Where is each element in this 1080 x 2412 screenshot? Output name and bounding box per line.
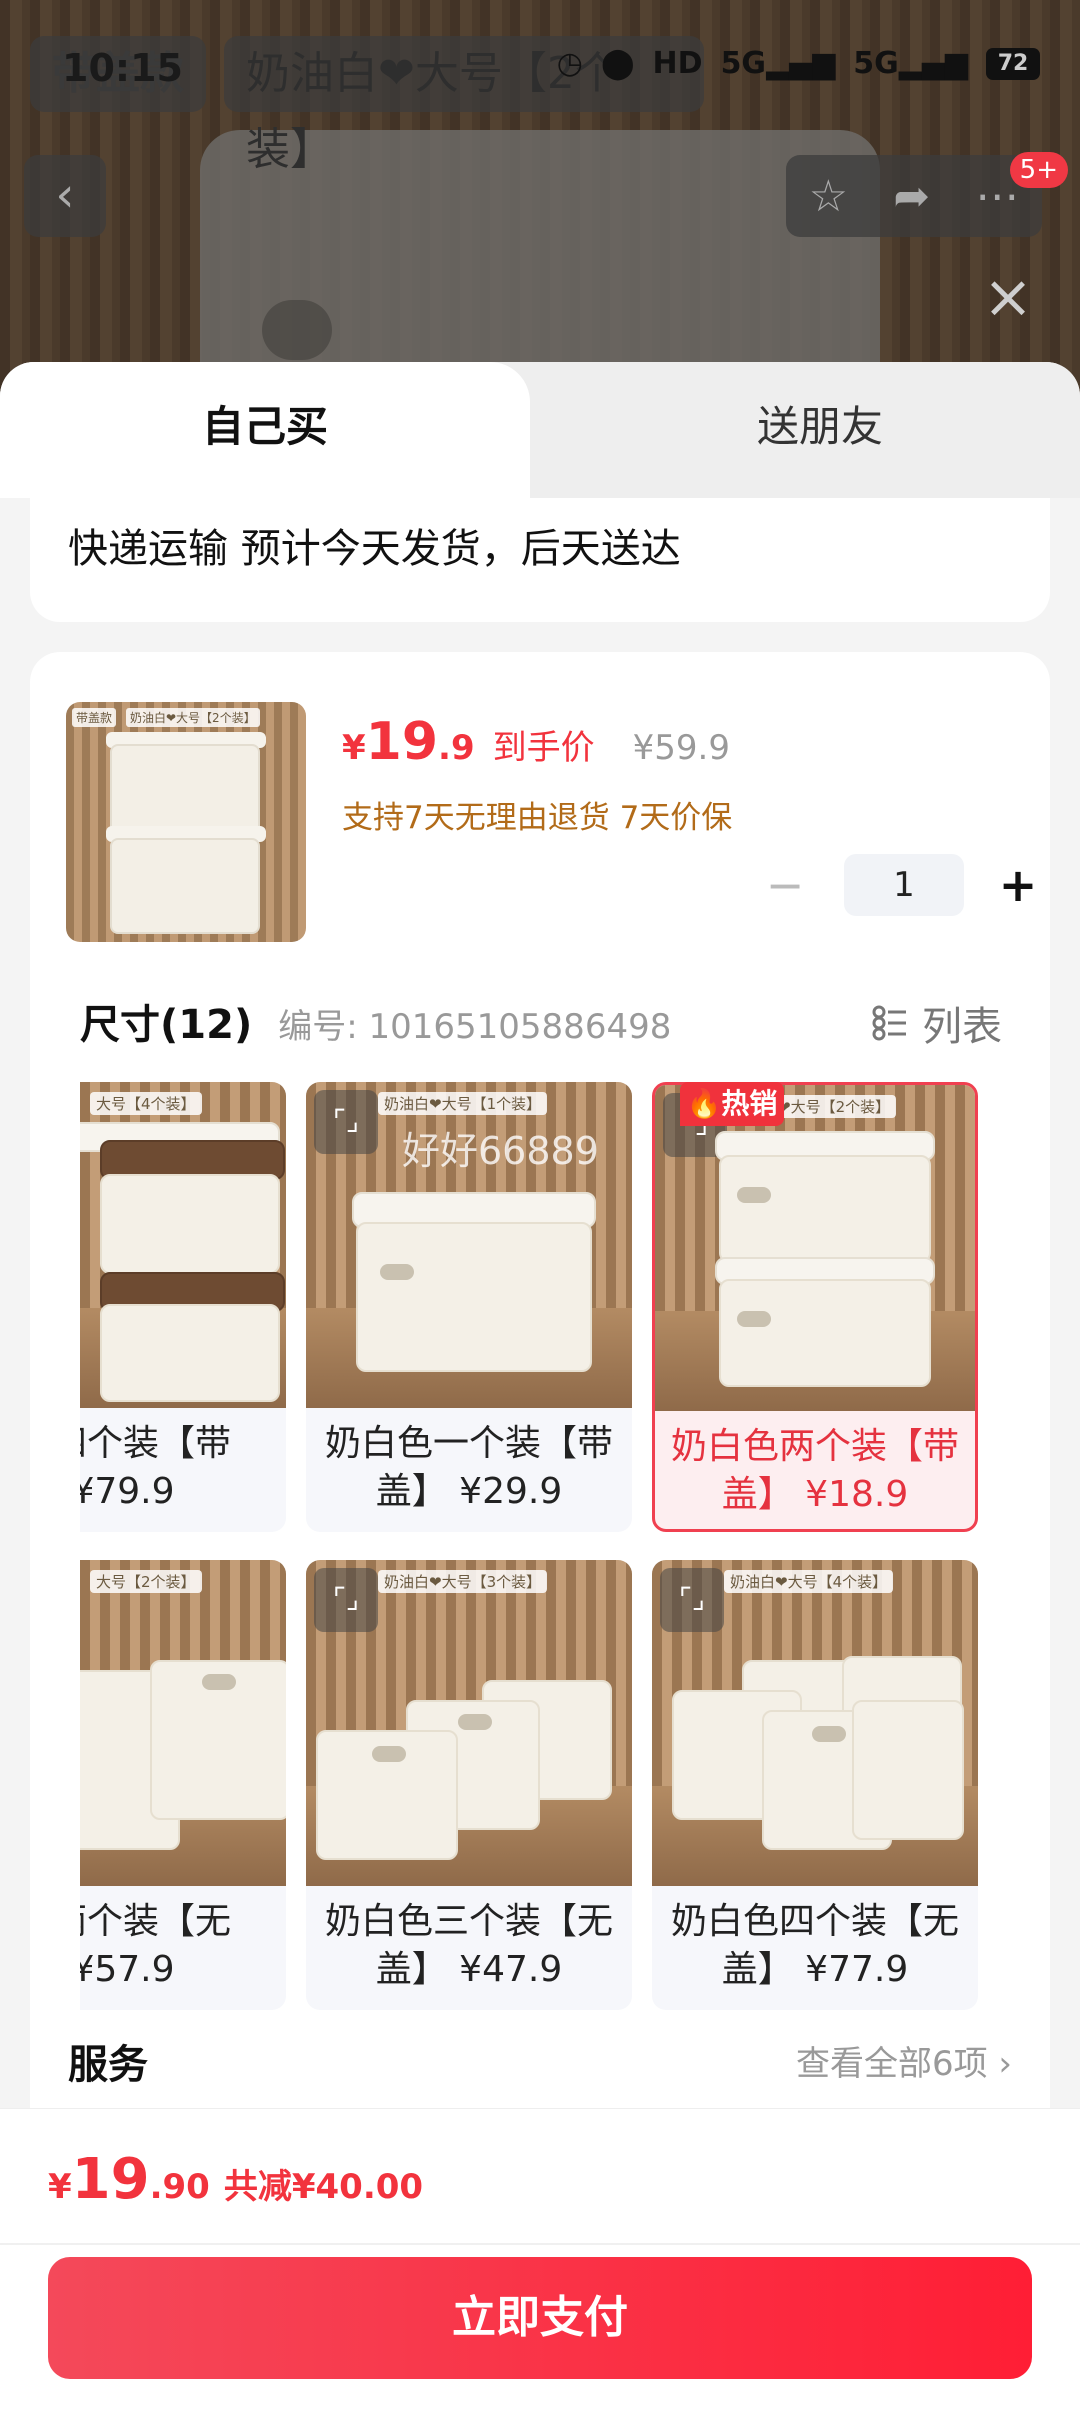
option-label: 奶油白❤大号【4个装】 xyxy=(724,1570,894,1593)
size-option-1[interactable]: 大号【4个装】 色四个装【带¥79.9 xyxy=(80,1082,286,1532)
thumb-box-bottom xyxy=(110,838,260,934)
size-option-2[interactable]: ⌜⌟ 奶油白❤大号【1个装】 好好66889 奶白色一个装【带 盖】 ¥29.9 xyxy=(306,1082,632,1532)
option-text: 色两个装【无¥57.9 xyxy=(80,1901,231,1990)
product-thumbnail[interactable]: 带盖款 奶油白❤大号【2个装】 xyxy=(66,702,306,942)
option-image: 大号【2个装】 xyxy=(80,1560,286,1886)
purchase-tabs: 自己买 送朋友 xyxy=(0,362,1080,498)
tab-gift-friend[interactable]: 送朋友 xyxy=(560,362,1080,498)
decrease-button[interactable]: − xyxy=(750,858,820,912)
total-decimal: .90 xyxy=(149,2167,210,2207)
nav-actions: ☆ ➦ ⋯ xyxy=(786,155,1042,237)
view-all-services-link[interactable]: 查看全部6项 › xyxy=(796,2036,1012,2085)
option-text: 奶白色四个装【无 盖】 ¥77.9 xyxy=(670,1901,959,1990)
divider xyxy=(0,2243,1080,2245)
option-image: ⌜⌟ 奶油白❤大号【2个装】 xyxy=(655,1085,975,1411)
back-button[interactable]: ‹ xyxy=(24,155,106,237)
services-title: 服务 xyxy=(68,2042,148,2088)
pay-now-button[interactable]: 立即支付 xyxy=(48,2257,1032,2379)
quantity-input[interactable]: 1 xyxy=(844,854,964,916)
size-option-3-selected[interactable]: ⌜⌟ 奶油白❤大号【2个装】 奶白色两个装【带盖】 ¥18.9 xyxy=(652,1082,978,1532)
option-text: 奶白色两个装【带 盖】 ¥18.9 xyxy=(670,1426,959,1515)
total-price-line: ¥ 19 .90 共减¥40.00 xyxy=(48,2147,423,2212)
option-text: 色四个装【带¥79.9 xyxy=(80,1423,231,1512)
price-line: ¥ 19 .9 到手价 ¥59.9 xyxy=(342,712,730,772)
checkout-bar: ¥ 19 .90 共减¥40.00 立即支付 xyxy=(0,2108,1080,2412)
option-image: ⌜⌟ 奶油白❤大号【4个装】 xyxy=(652,1560,978,1886)
status-bar: 10:15 ◷ ⬤ HD 5G▂▄▆ 5G▂▄▆ 72 xyxy=(0,0,1080,140)
list-icon xyxy=(872,1005,908,1041)
purchase-sheet: 自己买 送朋友 快递运输 预计今天发货，后天送达 带盖款 奶油白❤大号【2个装】… xyxy=(0,362,1080,2412)
location-icon: ⬤ xyxy=(600,46,635,81)
tab-buy-self[interactable]: 自己买 xyxy=(0,362,530,498)
quantity-stepper: − 1 + xyxy=(750,854,1048,916)
increase-button[interactable]: + xyxy=(988,858,1048,912)
total-discount: 共减¥40.00 xyxy=(223,2167,424,2207)
option-label: 奶油白❤大号【3个装】 xyxy=(378,1570,548,1593)
price-integer: 19 xyxy=(365,712,439,772)
watermark: 好好66889 xyxy=(402,1129,599,1173)
option-label: 大号【4个装】 xyxy=(90,1092,202,1115)
product-code: 编号: 10165105886498 xyxy=(278,1007,672,1047)
size-title: 尺寸(12) xyxy=(80,1002,253,1048)
delivery-card: 快递运输 预计今天发货，后天送达 xyxy=(30,498,1050,622)
size-options-grid: 🔥热销 大号【4个装】 色四个装【带¥79.9 ⌜⌟ xyxy=(80,1082,1020,2042)
sku-card: 带盖款 奶油白❤大号【2个装】 ¥ 19 .9 到手价 ¥59.9 支持7天无理… xyxy=(30,652,1050,2152)
option-label: 奶油白❤大号【1个装】 xyxy=(378,1092,548,1115)
battery-icon: 72 xyxy=(986,47,1040,80)
size-option-4[interactable]: 大号【2个装】 色两个装【无¥57.9 xyxy=(80,1560,286,2010)
delivery-estimate: 快递运输 预计今天发货，后天送达 xyxy=(68,526,681,572)
price-decimal: .9 xyxy=(438,728,475,768)
list-toggle-label: 列表 xyxy=(922,1004,1002,1050)
total-integer: 19 xyxy=(71,2147,150,2212)
option-image: ⌜⌟ 奶油白❤大号【1个装】 好好66889 xyxy=(306,1082,632,1408)
status-time: 10:15 xyxy=(62,46,183,90)
option-label: 大号【2个装】 xyxy=(90,1570,202,1593)
original-price: ¥59.9 xyxy=(632,728,730,768)
star-icon[interactable]: ☆ xyxy=(809,171,848,222)
hot-sale-badge: 🔥热销 xyxy=(680,1082,784,1126)
size-option-5[interactable]: ⌜⌟ 奶油白❤大号【3个装】 奶白色三个装【无 盖】 ¥47.9 xyxy=(306,1560,632,2010)
notification-badge: 5+ xyxy=(1009,152,1068,188)
option-image: 大号【4个装】 xyxy=(80,1082,286,1408)
final-price-label: 到手价 xyxy=(492,728,595,768)
chevron-left-icon: ‹ xyxy=(55,167,75,223)
services-row[interactable]: 服务 查看全部6项 › xyxy=(68,2032,1012,2092)
signal-5g-icon: 5G▂▄▆ xyxy=(720,46,836,81)
thumb-label-size: 奶油白❤大号【2个装】 xyxy=(126,708,260,727)
hd-icon: HD xyxy=(652,46,703,81)
total-currency: ¥ xyxy=(48,2167,72,2207)
thumb-label-lid: 带盖款 xyxy=(72,708,117,727)
alarm-icon: ◷ xyxy=(556,46,583,81)
price-currency: ¥ xyxy=(342,728,366,768)
expand-icon[interactable]: ⌜⌟ xyxy=(314,1090,378,1154)
option-image: ⌜⌟ 奶油白❤大号【3个装】 xyxy=(306,1560,632,1886)
option-text: 奶白色一个装【带 盖】 ¥29.9 xyxy=(324,1423,613,1512)
size-header: 尺寸(12) 编号: 10165105886498 xyxy=(80,992,671,1050)
size-option-6[interactable]: ⌜⌟ 奶油白❤大号【4个装】 奶白色四个装【无 盖】 ¥77.9 xyxy=(652,1560,978,2010)
list-view-toggle[interactable]: 列表 xyxy=(872,994,1002,1052)
signal-5g-icon-2: 5G▂▄▆ xyxy=(853,46,968,81)
share-icon[interactable]: ➦ xyxy=(893,171,930,222)
expand-icon[interactable]: ⌜⌟ xyxy=(660,1568,724,1632)
option-text: 奶白色三个装【无 盖】 ¥47.9 xyxy=(324,1901,613,1990)
expand-icon[interactable]: ⌜⌟ xyxy=(314,1568,378,1632)
return-policy: 支持7天无理由退货 7天价保 xyxy=(342,800,733,836)
close-icon[interactable]: × xyxy=(980,267,1036,327)
status-icons: ◷ ⬤ HD 5G▂▄▆ 5G▂▄▆ 72 xyxy=(557,46,1040,81)
